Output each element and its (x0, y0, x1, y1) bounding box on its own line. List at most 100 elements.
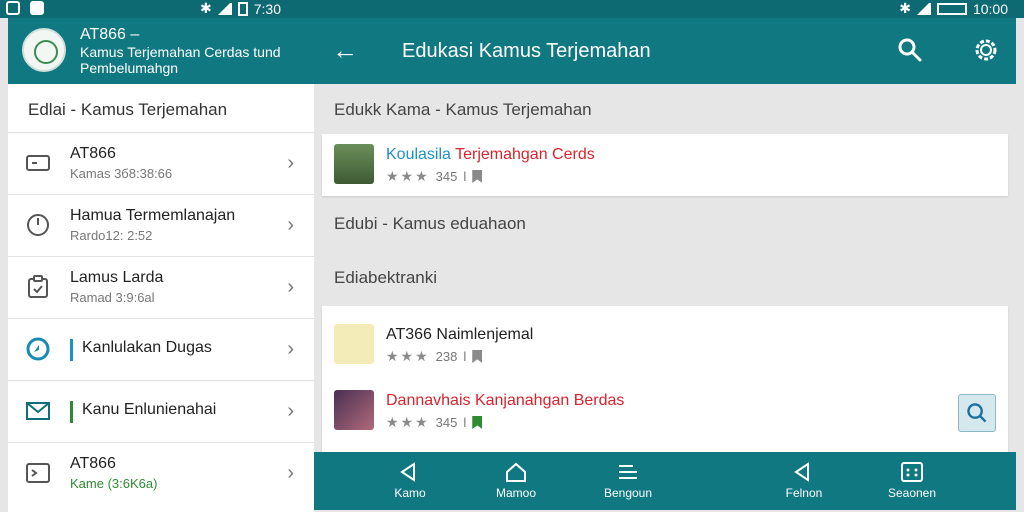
item-subtitle: Kamas 3б8:38:66 (70, 166, 173, 181)
list-item[interactable]: AT866 Kamas 3б8:38:66 › (8, 132, 314, 192)
search-icon[interactable] (958, 394, 996, 432)
app-subtitle: Kamus Terjemahan Cerdas tund Pembelumahg… (80, 44, 281, 76)
bluetooth-icon: ✱ (200, 0, 212, 16)
nav-label: Mamoo (495, 486, 536, 500)
page-title: Edukasi Kamus Terjemahan (402, 40, 651, 62)
accent-bar (70, 339, 73, 361)
settings-icon[interactable] (974, 38, 998, 62)
signal-icon (916, 2, 931, 15)
chevron-right-icon: › (287, 400, 294, 422)
bottom-navigation: Kamo Mamoo Bengoun Felnon Seaonen (314, 452, 1016, 510)
app-thumbnail (334, 144, 374, 184)
app-thumbnail (334, 390, 374, 430)
rating-stars-icon: ★★★ (386, 168, 430, 184)
app-window: ✱ 7:30 ✱ 10:00 AT866 – Kamus Terjemahan … (0, 0, 1024, 512)
item-title: AT866 (70, 145, 116, 162)
edit-list-icon (619, 465, 637, 479)
clipboard-icon (28, 275, 48, 298)
bookmark-icon[interactable] (472, 350, 483, 363)
image-icon (30, 1, 44, 15)
app-name: Dannavhais Kanjanahgan Berdas (386, 392, 625, 409)
app-meta: ★★★ 345 l (386, 414, 483, 431)
status-mid: ✱ 7:30 (200, 0, 281, 17)
top-bar: ← Edukasi Kamus Terjemahan (314, 18, 1016, 84)
bookmark-icon[interactable] (472, 170, 483, 183)
refresh-icon (26, 337, 50, 361)
chevron-right-icon: › (287, 276, 294, 298)
app-name-part-red: Terjemahgan Cerds (455, 146, 595, 163)
separator: l (463, 415, 467, 430)
app-header: AT866 – Kamus Terjemahan Cerdas tund Pem… (8, 18, 314, 84)
list-item[interactable]: AT866 Kame (3:6K6a) › (8, 442, 314, 502)
section-title: Ediabektranki (334, 268, 438, 287)
sidebar: Edlai - Kamus Terjemahan AT866 Kamas 3б8… (8, 84, 314, 512)
status-bar: ✱ 7:30 ✱ 10:00 (0, 0, 1024, 18)
list-item[interactable]: Hamua Termemlanajan Rardo12: 2:52 › (8, 194, 314, 254)
bookmark-icon[interactable] (472, 416, 483, 429)
app-name: Koulasila Terjemahgan Cerds (386, 146, 595, 164)
app-card: AT366 Naimlenjemal ★★★ 238 l Dannavhais … (322, 306, 1008, 456)
main-content: Edukk Kama - Kamus Terjemahan Koulasila … (314, 84, 1016, 512)
mail-icon (26, 402, 50, 420)
app-meta: ★★★ 345 l (386, 168, 483, 185)
sidebar-title: Edlai - Kamus Terjemahan (28, 100, 228, 119)
nav-label: Felnon (785, 486, 823, 500)
search-icon[interactable] (898, 38, 922, 62)
item-title: Lamus Larda (70, 269, 164, 286)
app-card: Koulasila Terjemahgan Cerds ★★★ 345 l (322, 134, 1008, 196)
app-row[interactable]: AT366 Naimlenjemal ★★★ 238 l (322, 314, 1008, 378)
app-name: AT366 Naimlenjemal (386, 326, 534, 343)
status-right: ✱ 10:00 (899, 0, 1008, 17)
chevron-right-icon: › (287, 214, 294, 236)
app-meta: ★★★ 238 l (386, 348, 483, 365)
list-item[interactable]: Lamus Larda Ramad 3:9:6al › (8, 256, 314, 316)
keyboard-icon (26, 155, 50, 171)
nav-label: Seaonen (887, 486, 937, 500)
item-title: Hamua Termemlanajan (70, 207, 236, 224)
notification-icon (6, 1, 20, 15)
chevron-right-icon: › (287, 462, 294, 484)
app-row[interactable]: Dannavhais Kanjanahgan Berdas ★★★ 345 l (322, 380, 1008, 444)
app-row[interactable]: Koulasila Terjemahgan Cerds ★★★ 345 l (322, 134, 1008, 198)
rating-stars-icon: ★★★ (386, 414, 430, 430)
nav-item-bengoun[interactable]: Bengoun (588, 462, 668, 500)
app-name: AT866 – (80, 26, 140, 43)
bluetooth-icon: ✱ (899, 0, 911, 16)
accent-bar (70, 401, 73, 423)
grid-icon (901, 462, 923, 482)
nav-item-kamo[interactable]: Kamo (370, 462, 450, 500)
navigate-icon (794, 462, 809, 482)
terminal-icon (26, 463, 50, 483)
separator: l (463, 169, 467, 184)
section-title: Edubi - Kamus eduahaon (334, 214, 526, 233)
list-item[interactable]: Kanlulakan Dugas › (8, 318, 314, 378)
nav-item-felnon[interactable]: Felnon (764, 462, 844, 500)
signal-icon (217, 2, 232, 15)
status-time-right: 10:00 (972, 0, 1008, 17)
list-item[interactable]: Kanu Enlunienahai › (8, 380, 314, 440)
clock-icon (27, 214, 49, 236)
battery-icon (936, 2, 967, 15)
app-name-part-blue: Koulasila (386, 146, 456, 163)
nav-item-seaonen[interactable]: Seaonen (872, 462, 952, 500)
status-left (6, 1, 44, 15)
rating-value: 345 (435, 169, 458, 184)
nav-label: Kamo (394, 486, 426, 500)
status-time-left: 7:30 (253, 0, 281, 17)
app-logo (22, 28, 66, 72)
chevron-right-icon: › (287, 338, 294, 360)
chevron-right-icon: › (287, 152, 294, 174)
navigate-icon (400, 462, 415, 482)
rating-stars-icon: ★★★ (386, 348, 430, 364)
back-arrow-icon[interactable]: ← (332, 37, 358, 63)
item-subtitle: Kame (3:6K6a) (70, 476, 158, 491)
item-subtitle: Ramad 3:9:6al (70, 290, 155, 305)
item-title: Kanu Enlunienahai (82, 401, 217, 418)
rating-value: 345 (435, 415, 458, 430)
app-thumbnail (334, 324, 374, 364)
home-icon (506, 462, 526, 482)
item-subtitle: Rardo12: 2:52 (70, 228, 153, 243)
item-title: Kanlulakan Dugas (82, 339, 212, 356)
item-title: AT866 (70, 455, 116, 472)
nav-item-mamoo[interactable]: Mamoo (476, 462, 556, 500)
